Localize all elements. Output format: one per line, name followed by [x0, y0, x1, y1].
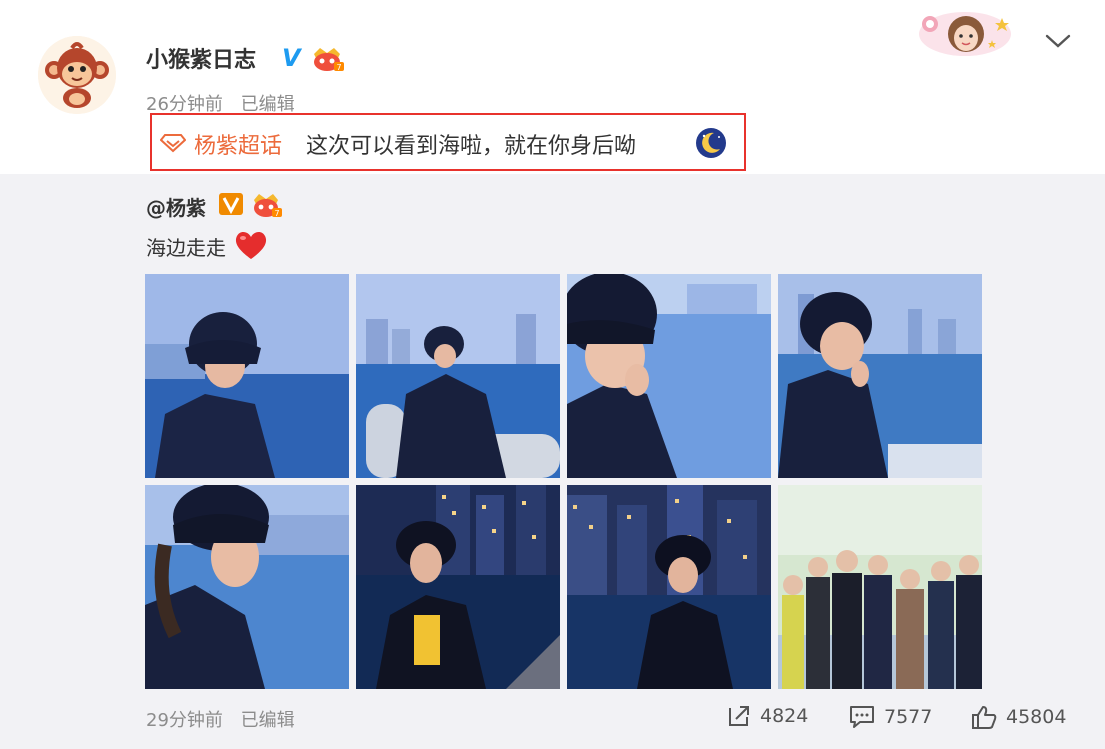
- member-crown-icon: 7: [314, 48, 344, 72]
- photo-thumbnail[interactable]: [145, 274, 349, 478]
- original-edited-label[interactable]: 已编辑: [241, 710, 295, 731]
- post-text: 这次可以看到海啦，就在你身后呦: [306, 134, 637, 159]
- svg-text:7: 7: [275, 209, 280, 218]
- username[interactable]: 小猴紫日志: [146, 42, 256, 74]
- photo-thumbnail[interactable]: [145, 485, 349, 689]
- photo-thumbnail[interactable]: [778, 274, 982, 478]
- original-meta: 29分钟前 已编辑: [146, 706, 295, 732]
- comment-button[interactable]: 7577: [848, 704, 932, 730]
- decoration-avatar-icon: [919, 12, 1011, 56]
- member-crown-icon: 7: [254, 194, 282, 218]
- photo-thumbnail[interactable]: [567, 274, 771, 478]
- photo-thumbnail[interactable]: [778, 485, 982, 689]
- monkey-avatar-icon: [38, 36, 116, 114]
- photo-thumbnail[interactable]: [356, 485, 560, 689]
- like-button[interactable]: 45804: [970, 704, 1066, 730]
- share-button[interactable]: 4824: [726, 704, 808, 728]
- diamond-topic-icon: [160, 134, 186, 153]
- original-time[interactable]: 29分钟前: [146, 710, 223, 731]
- share-count: 4824: [760, 705, 809, 727]
- original-text: 海边走走: [146, 236, 226, 260]
- avatar[interactable]: [38, 36, 116, 114]
- edited-label[interactable]: 已编辑: [241, 94, 295, 115]
- verified-badge-icon: [219, 193, 243, 215]
- like-count: 45804: [1006, 706, 1067, 728]
- svg-text:7: 7: [337, 63, 342, 72]
- photo-thumbnail[interactable]: [356, 274, 560, 478]
- share-icon: [729, 706, 749, 726]
- chevron-down-icon[interactable]: [1044, 30, 1072, 52]
- verified-v-icon: V: [282, 44, 301, 72]
- photo-thumbnail[interactable]: [567, 485, 771, 689]
- thumbs-up-icon: [972, 706, 997, 729]
- comment-count: 7577: [884, 706, 933, 728]
- red-heart-icon: [235, 231, 267, 259]
- post-time[interactable]: 26分钟前: [146, 94, 223, 115]
- comment-icon: [850, 706, 874, 728]
- topic-link[interactable]: 杨紫超话: [194, 128, 282, 160]
- moon-emoji-icon: [696, 128, 726, 158]
- original-username[interactable]: @杨紫: [146, 192, 206, 221]
